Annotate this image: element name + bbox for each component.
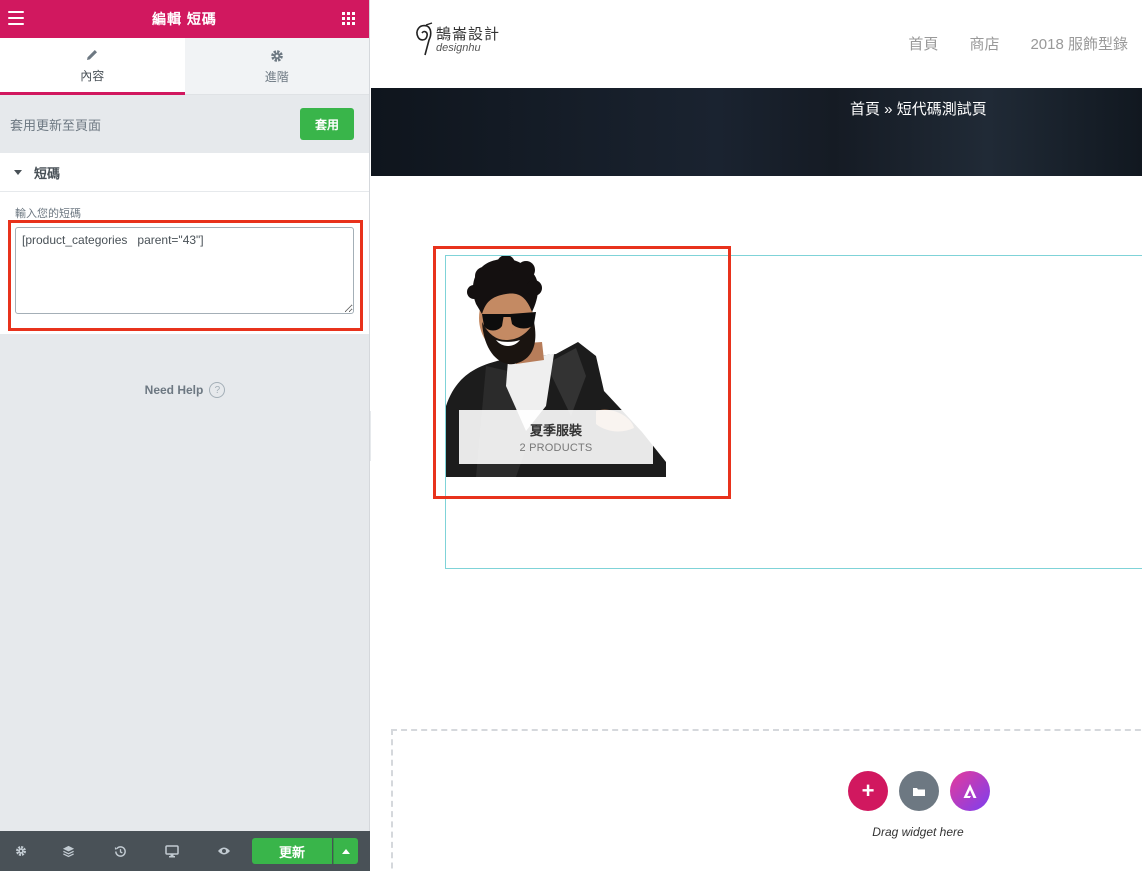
pencil-icon xyxy=(85,47,99,63)
panel-header: 編輯 短碼 xyxy=(0,0,369,38)
page-hero-banner: 首頁 » 短代碼測試頁 xyxy=(371,88,1142,176)
add-section-button[interactable]: + xyxy=(848,771,888,811)
breadcrumb-separator: » xyxy=(880,101,897,118)
folder-icon xyxy=(913,787,925,796)
panel-footer: 更新 xyxy=(0,831,370,871)
panel-title: 編輯 短碼 xyxy=(152,11,217,27)
plus-icon: + xyxy=(861,778,875,803)
site-preview: 鵠崙設計 designhu 首頁 商店 2018 服飾型錄 首頁 » 短代碼測試… xyxy=(371,0,1142,871)
preview-eye-icon[interactable] xyxy=(198,831,250,871)
nav-catalog-2018[interactable]: 2018 服飾型錄 xyxy=(1030,33,1128,54)
shortcode-field: 輸入您的短碼 [product_categories parent="43"] xyxy=(0,192,369,334)
gear-icon xyxy=(270,48,284,64)
drag-widget-text: Drag widget here xyxy=(872,825,964,839)
site-logo[interactable]: 鵠崙設計 designhu xyxy=(413,22,500,56)
nav-shop[interactable]: 商店 xyxy=(969,33,999,54)
tab-content-label: 內容 xyxy=(80,68,105,83)
breadcrumb: 首頁 » 短代碼測試頁 xyxy=(850,98,987,119)
caret-down-icon xyxy=(14,169,22,175)
shortcode-field-label: 輸入您的短碼 xyxy=(15,208,81,220)
tab-advanced-label: 進階 xyxy=(264,69,289,84)
logo-cn-text: 鵠崙設計 xyxy=(436,26,501,43)
settings-icon[interactable] xyxy=(0,831,42,871)
section-title: 短碼 xyxy=(34,165,61,181)
need-help-label: Need Help xyxy=(144,383,204,397)
need-help-link[interactable]: Need Help ? xyxy=(0,382,370,398)
update-options-button[interactable] xyxy=(333,838,358,864)
apply-button[interactable]: 套用 xyxy=(300,108,354,140)
tab-advanced[interactable]: 進階 xyxy=(184,38,369,95)
category-product-count: 2 PRODUCTS xyxy=(519,442,593,454)
responsive-desktop-icon[interactable] xyxy=(146,831,198,871)
tab-content[interactable]: 內容 xyxy=(0,38,185,95)
apply-row: 套用更新至頁面 套用 xyxy=(0,95,369,153)
widget-drop-zone[interactable]: + Drag widget here xyxy=(391,729,1142,871)
add-template-button[interactable] xyxy=(899,771,939,811)
product-category-card[interactable]: 夏季服裝 2 PRODUCTS xyxy=(446,256,666,477)
drop-zone-buttons: + xyxy=(848,771,990,811)
widgets-grid-icon[interactable] xyxy=(342,12,355,25)
apply-label: 套用更新至頁面 xyxy=(10,117,102,133)
category-label: 夏季服裝 2 PRODUCTS xyxy=(459,410,653,464)
shortcode-textarea[interactable]: [product_categories parent="43"] xyxy=(15,227,354,314)
question-icon: ? xyxy=(209,382,226,398)
astra-logo-icon xyxy=(963,784,977,798)
breadcrumb-current: 短代碼測試頁 xyxy=(896,101,987,118)
shortcode-section: 短碼 輸入您的短碼 [product_categories parent="43… xyxy=(0,153,369,334)
main-nav: 首頁 商店 2018 服飾型錄 xyxy=(908,33,1128,54)
navigator-layers-icon[interactable] xyxy=(42,831,94,871)
category-name: 夏季服裝 xyxy=(529,423,582,438)
caret-up-icon xyxy=(342,848,350,854)
editor-panel: 編輯 短碼 內容 進階 套用更新至頁面 套用 短碼 輸入您的短碼 [produc… xyxy=(0,0,370,871)
astra-templates-button[interactable] xyxy=(950,771,990,811)
nav-home[interactable]: 首頁 xyxy=(908,33,938,54)
site-header: 鵠崙設計 designhu 首頁 商店 2018 服飾型錄 xyxy=(371,0,1142,88)
panel-tabs: 內容 進階 xyxy=(0,38,369,95)
update-button[interactable]: 更新 xyxy=(252,838,332,864)
bird-logo-icon xyxy=(416,22,433,56)
hamburger-menu-icon[interactable] xyxy=(8,11,24,25)
logo-en-text: designhu xyxy=(436,42,481,54)
history-icon[interactable] xyxy=(94,831,146,871)
breadcrumb-home[interactable]: 首頁 xyxy=(850,101,880,118)
section-toggle[interactable]: 短碼 xyxy=(0,153,369,192)
